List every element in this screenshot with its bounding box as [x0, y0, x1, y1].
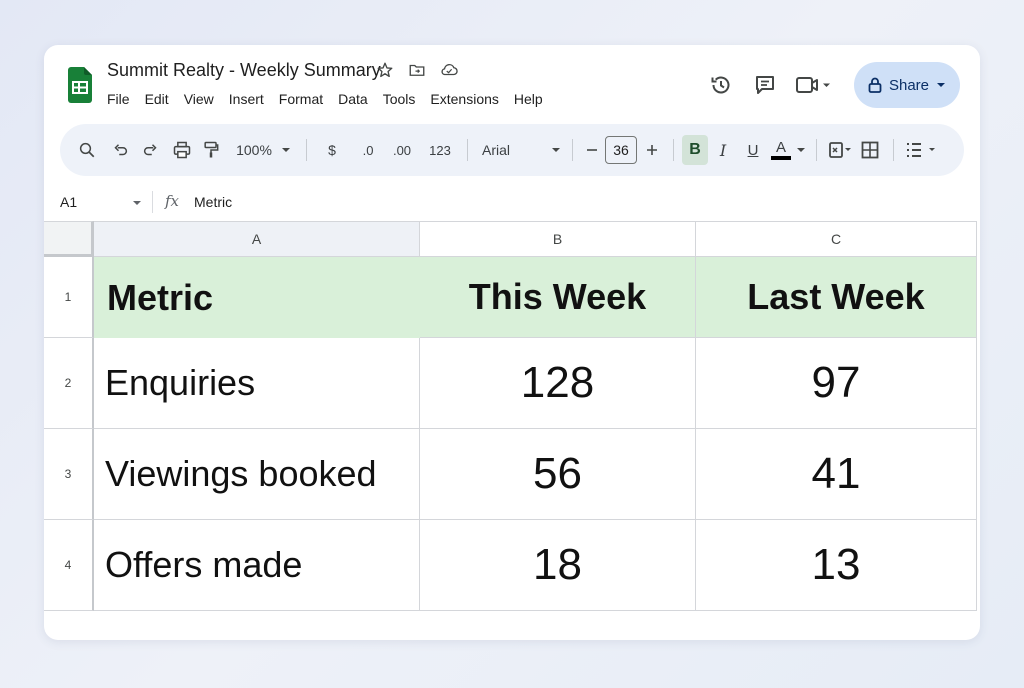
undo-icon[interactable] [104, 135, 136, 165]
cloud-status-icon[interactable] [438, 59, 460, 81]
italic-button[interactable]: I [708, 135, 738, 165]
cell-b4[interactable]: 18 [420, 520, 696, 611]
lock-icon [868, 77, 882, 93]
print-icon[interactable] [166, 135, 198, 165]
row-header-3[interactable]: 3 [44, 429, 94, 520]
cell-c3[interactable]: 41 [696, 429, 977, 520]
video-call-icon[interactable] [794, 70, 834, 100]
row-header-1[interactable]: 1 [44, 257, 94, 338]
menu-data[interactable]: Data [338, 91, 376, 107]
bold-button[interactable]: B [682, 135, 708, 165]
redo-icon[interactable] [136, 135, 166, 165]
font-size-decrease-icon[interactable] [581, 135, 603, 165]
name-box[interactable]: A1 [60, 194, 77, 210]
star-icon[interactable] [374, 59, 396, 81]
zoom-chevron-icon[interactable] [278, 135, 294, 165]
chevron-down-icon[interactable] [936, 80, 946, 90]
sheets-logo-icon[interactable] [68, 67, 92, 103]
menu-format[interactable]: Format [279, 91, 331, 107]
font-size-increase-icon[interactable] [639, 135, 665, 165]
menu-file[interactable]: File [107, 91, 138, 107]
column-header-b[interactable]: B [420, 221, 696, 257]
menu-tools[interactable]: Tools [383, 91, 424, 107]
zoom-select[interactable]: 100% [234, 135, 274, 165]
formula-input[interactable]: Metric [194, 194, 232, 210]
cell-a2[interactable]: Enquiries [94, 338, 420, 429]
formatting-toolbar: 100% $ .0 .00 123 Arial 36 B I U A [60, 124, 964, 176]
underline-button[interactable]: U [738, 135, 768, 165]
font-size-input[interactable]: 36 [605, 136, 637, 164]
increase-decimal-button[interactable]: .00 [385, 135, 419, 165]
fx-icon: fx [165, 192, 180, 210]
cell-a4[interactable]: Offers made [94, 520, 420, 611]
comment-icon[interactable] [750, 70, 780, 100]
decrease-decimal-button[interactable]: .0 [351, 135, 385, 165]
sheets-window: Summit Realty - Weekly Summary File Edit… [44, 45, 980, 640]
column-header-a[interactable]: A [94, 221, 420, 257]
share-label: Share [888, 76, 930, 94]
menu-insert[interactable]: Insert [229, 91, 272, 107]
text-color-glyph: A [775, 139, 786, 156]
row-header-4[interactable]: 4 [44, 520, 94, 611]
row-header-2[interactable]: 2 [44, 338, 94, 429]
currency-format-button[interactable]: $ [319, 135, 345, 165]
menu-bar: File Edit View Insert Format Data Tools … [107, 91, 558, 107]
text-color-button[interactable]: A [768, 135, 794, 165]
number-format-button[interactable]: 123 [423, 135, 457, 165]
text-color-swatch [771, 156, 791, 160]
cell-c1[interactable]: Last Week [696, 257, 977, 338]
share-button[interactable]: Share [854, 62, 960, 108]
font-chevron-icon[interactable] [548, 135, 564, 165]
cell-b3[interactable]: 56 [420, 429, 696, 520]
column-header-c[interactable]: C [696, 221, 977, 257]
search-icon[interactable] [74, 135, 100, 165]
cell-a1[interactable]: Metric [94, 257, 420, 338]
menu-help[interactable]: Help [514, 91, 551, 107]
cell-a3[interactable]: Viewings booked [94, 429, 420, 520]
align-icon[interactable] [902, 135, 942, 165]
formula-bar: A1 fx Metric [44, 185, 980, 219]
cell-b1[interactable]: This Week [420, 257, 696, 338]
document-title[interactable]: Summit Realty - Weekly Summary [107, 60, 381, 81]
font-select[interactable]: Arial [482, 135, 526, 165]
borders-icon[interactable] [855, 135, 885, 165]
cell-b2[interactable]: 128 [420, 338, 696, 429]
move-folder-icon[interactable] [406, 59, 428, 81]
menu-extensions[interactable]: Extensions [430, 91, 506, 107]
cell-c4[interactable]: 13 [696, 520, 977, 611]
paint-format-icon[interactable] [198, 135, 224, 165]
text-color-chevron-icon[interactable] [794, 135, 808, 165]
history-icon[interactable] [706, 70, 736, 100]
name-box-chevron-icon[interactable] [132, 195, 142, 213]
fill-color-icon[interactable] [825, 135, 855, 165]
cell-c2[interactable]: 97 [696, 338, 977, 429]
menu-view[interactable]: View [184, 91, 222, 107]
menu-edit[interactable]: Edit [145, 91, 177, 107]
select-all-corner[interactable] [44, 221, 94, 257]
